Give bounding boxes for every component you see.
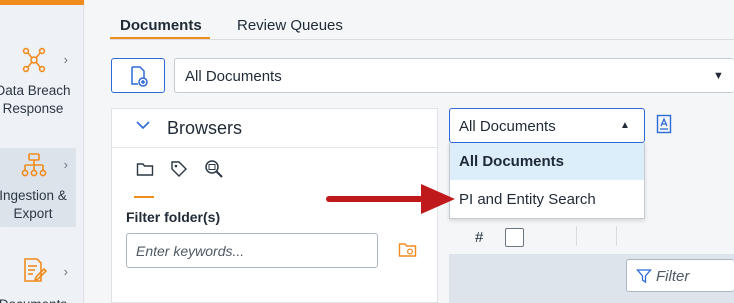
tag-icon[interactable] — [170, 160, 188, 178]
rail-label: Ingestion & — [0, 188, 67, 203]
annotation-arrow-icon — [326, 184, 455, 214]
rail-label: Export — [13, 206, 53, 221]
rail-item-ingestion-export[interactable]: › Ingestion & Export — [0, 148, 76, 227]
select-all-checkbox[interactable] — [505, 228, 524, 247]
dropdown-menu: All Documents PI and Entity Search — [449, 143, 645, 219]
column-separator[interactable] — [576, 226, 577, 246]
keywords-input[interactable] — [126, 233, 378, 268]
rail-active-accent — [0, 0, 84, 5]
caret-down-icon: ▼ — [713, 70, 724, 82]
network-icon — [22, 47, 46, 73]
main-content: Documents Review Queues All Documents ▼ … — [85, 0, 734, 303]
divider — [112, 147, 439, 148]
filter-funnel-icon — [636, 269, 652, 284]
folder-icon[interactable] — [136, 161, 154, 177]
dropdown-option-all-documents[interactable]: All Documents — [450, 143, 644, 180]
chevron-right-icon: › — [63, 52, 68, 67]
add-document-button[interactable] — [111, 58, 165, 93]
chevron-right-icon: › — [63, 264, 68, 279]
grid-filter-button[interactable]: Filter — [626, 259, 734, 292]
search-document-icon[interactable] — [204, 159, 224, 179]
active-browser-indicator — [134, 196, 154, 198]
column-separator[interactable] — [616, 226, 617, 246]
rail-item-data-breach-response[interactable]: › Data Breach Response — [0, 40, 76, 122]
document-add-icon — [131, 66, 148, 87]
dropdown-value: All Documents — [459, 118, 556, 135]
caret-up-icon: ▲ — [620, 120, 630, 131]
grid-filter-label: Filter — [656, 268, 690, 285]
search-scope-dropdown[interactable]: All Documents ▲ — [449, 108, 645, 143]
scope-select-value: All Documents — [185, 68, 282, 85]
rail-label: Documents — [0, 295, 76, 303]
rail-label: Data Breach — [0, 83, 71, 98]
document-scope-select[interactable]: All Documents ▼ — [174, 58, 734, 93]
row-number-header: # — [475, 229, 484, 246]
tabs-divider — [110, 39, 734, 40]
browsers-title: Browsers — [167, 118, 243, 138]
rail-label: Response — [2, 101, 64, 116]
collapse-chevron-icon[interactable] — [136, 117, 150, 134]
filter-folders-label: Filter folder(s) — [126, 209, 221, 225]
chevron-right-icon: › — [63, 157, 68, 172]
tab-review-queues[interactable]: Review Queues — [237, 17, 343, 34]
folder-search-icon[interactable] — [398, 241, 418, 259]
left-rail: › Data Breach Response › Ingestion & Exp… — [0, 0, 84, 303]
dropdown-option-pi-entity-search[interactable]: PI and Entity Search — [450, 181, 644, 218]
document-report-icon[interactable] — [656, 114, 672, 134]
tab-documents[interactable]: Documents — [120, 17, 202, 34]
hierarchy-icon — [21, 153, 47, 177]
document-edit-icon — [24, 258, 48, 282]
rail-item-documents[interactable]: › Documents — [0, 250, 76, 303]
